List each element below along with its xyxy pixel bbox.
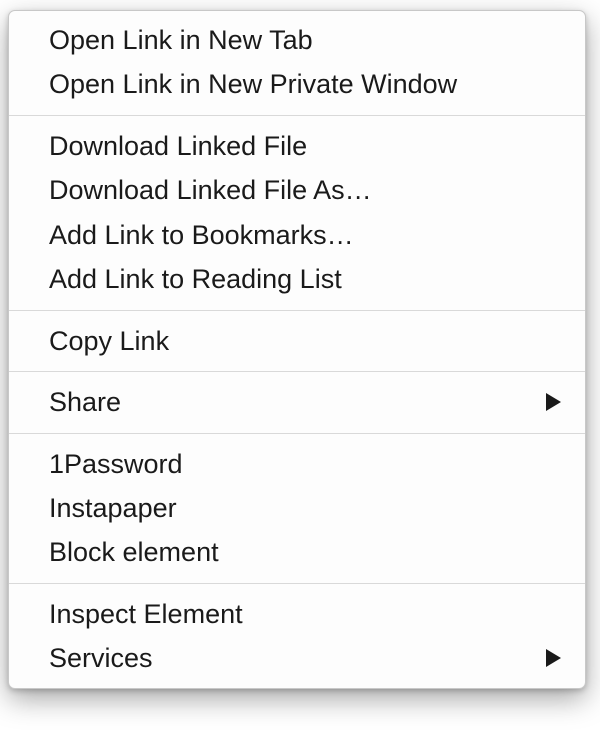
- menu-separator: [9, 115, 585, 116]
- submenu-arrow-icon: [546, 649, 561, 667]
- menu-item-block-element[interactable]: Block element: [9, 530, 585, 574]
- menu-item-open-link-new-tab[interactable]: Open Link in New Tab: [9, 18, 585, 62]
- menu-item-services[interactable]: Services: [9, 636, 585, 680]
- menu-item-label: Add Link to Reading List: [49, 261, 342, 297]
- menu-separator: [9, 371, 585, 372]
- menu-item-label: 1Password: [49, 446, 183, 482]
- menu-item-label: Download Linked File: [49, 128, 307, 164]
- menu-separator: [9, 583, 585, 584]
- menu-item-inspect-element[interactable]: Inspect Element: [9, 592, 585, 636]
- menu-item-label: Add Link to Bookmarks…: [49, 217, 354, 253]
- submenu-arrow-icon: [546, 393, 561, 411]
- menu-separator: [9, 433, 585, 434]
- menu-item-add-link-to-bookmarks[interactable]: Add Link to Bookmarks…: [9, 213, 585, 257]
- context-menu: Open Link in New Tab Open Link in New Pr…: [8, 10, 586, 689]
- menu-item-share[interactable]: Share: [9, 380, 585, 424]
- menu-item-add-link-to-reading-list[interactable]: Add Link to Reading List: [9, 257, 585, 301]
- menu-separator: [9, 310, 585, 311]
- menu-item-open-link-new-private-window[interactable]: Open Link in New Private Window: [9, 62, 585, 106]
- menu-item-label: Copy Link: [49, 323, 169, 359]
- menu-item-download-linked-file[interactable]: Download Linked File: [9, 124, 585, 168]
- menu-item-1password[interactable]: 1Password: [9, 442, 585, 486]
- menu-item-label: Inspect Element: [49, 596, 243, 632]
- menu-item-label: Share: [49, 384, 121, 420]
- menu-item-label: Block element: [49, 534, 219, 570]
- menu-item-copy-link[interactable]: Copy Link: [9, 319, 585, 363]
- menu-item-label: Download Linked File As…: [49, 172, 372, 208]
- menu-item-label: Open Link in New Private Window: [49, 66, 457, 102]
- menu-item-label: Services: [49, 640, 153, 676]
- menu-item-download-linked-file-as[interactable]: Download Linked File As…: [9, 168, 585, 212]
- menu-item-label: Open Link in New Tab: [49, 22, 313, 58]
- menu-item-instapaper[interactable]: Instapaper: [9, 486, 585, 530]
- menu-item-label: Instapaper: [49, 490, 177, 526]
